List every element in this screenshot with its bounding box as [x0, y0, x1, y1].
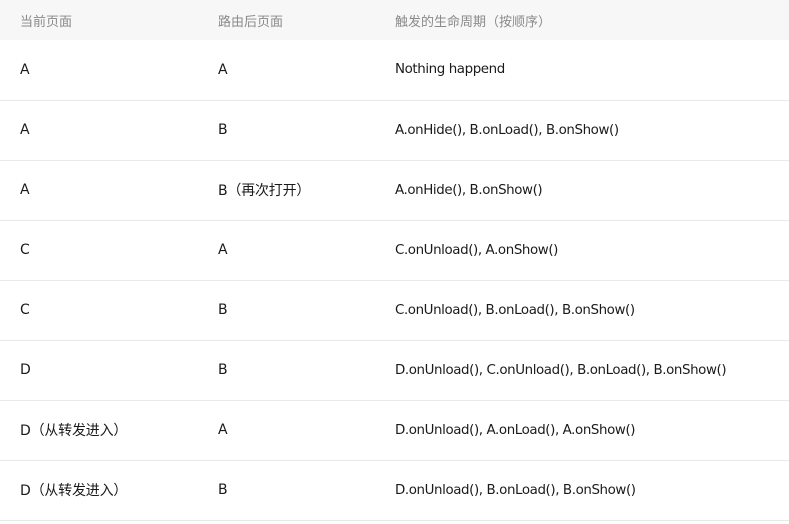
- cell-current-page: D: [20, 362, 31, 378]
- cell-routed-page: B（再次打开）: [218, 183, 311, 199]
- cell-current-page: D（从转发进入）: [20, 423, 128, 439]
- cell-current-page: C: [20, 242, 30, 258]
- header-current-page: 当前页面: [20, 14, 73, 30]
- table-row: C A C.onUnload(), A.onShow(): [0, 220, 789, 280]
- cell-lifecycle: C.onUnload(), A.onShow(): [395, 242, 558, 258]
- table-body: A A Nothing happend A B A.onHide(), B.on…: [0, 40, 789, 520]
- table-row: A B（再次打开） A.onHide(), B.onShow(): [0, 160, 789, 220]
- header-routed-page: 路由后页面: [218, 14, 284, 30]
- lifecycle-table: 当前页面 路由后页面 触发的生命周期（按顺序） A A Nothing happ…: [0, 0, 789, 521]
- cell-current-page: C: [20, 302, 30, 318]
- table-row: D（从转发进入） A D.onUnload(), A.onLoad(), A.o…: [0, 400, 789, 460]
- table-row: A A Nothing happend: [0, 40, 789, 100]
- header-row: 当前页面 路由后页面 触发的生命周期（按顺序）: [0, 0, 789, 40]
- cell-lifecycle: D.onUnload(), B.onLoad(), B.onShow(): [395, 482, 636, 498]
- cell-current-page: A: [20, 182, 30, 198]
- cell-lifecycle: C.onUnload(), B.onLoad(), B.onShow(): [395, 302, 635, 318]
- cell-lifecycle: D.onUnload(), C.onUnload(), B.onLoad(), …: [395, 362, 727, 378]
- cell-lifecycle: Nothing happend: [395, 62, 505, 78]
- cell-routed-page: A: [218, 242, 228, 258]
- cell-lifecycle: D.onUnload(), A.onLoad(), A.onShow(): [395, 422, 636, 438]
- cell-routed-page: A: [218, 422, 228, 438]
- cell-current-page: D（从转发进入）: [20, 483, 128, 499]
- table-row: D（从转发进入） B D.onUnload(), B.onLoad(), B.o…: [0, 460, 789, 520]
- cell-routed-page: B: [218, 302, 228, 318]
- table-row: A B A.onHide(), B.onLoad(), B.onShow(): [0, 100, 789, 160]
- cell-routed-page: B: [218, 122, 228, 138]
- cell-routed-page: B: [218, 482, 228, 498]
- cell-routed-page: B: [218, 362, 228, 378]
- table-row: C B C.onUnload(), B.onLoad(), B.onShow(): [0, 280, 789, 340]
- cell-current-page: A: [20, 122, 30, 138]
- header-lifecycle: 触发的生命周期（按顺序）: [395, 14, 552, 30]
- cell-current-page: A: [20, 61, 30, 78]
- table-header: 当前页面 路由后页面 触发的生命周期（按顺序）: [0, 0, 789, 40]
- table-row: D B D.onUnload(), C.onUnload(), B.onLoad…: [0, 340, 789, 400]
- cell-lifecycle: A.onHide(), B.onShow(): [395, 182, 543, 198]
- cell-routed-page: A: [218, 61, 228, 78]
- cell-lifecycle: A.onHide(), B.onLoad(), B.onShow(): [395, 122, 619, 138]
